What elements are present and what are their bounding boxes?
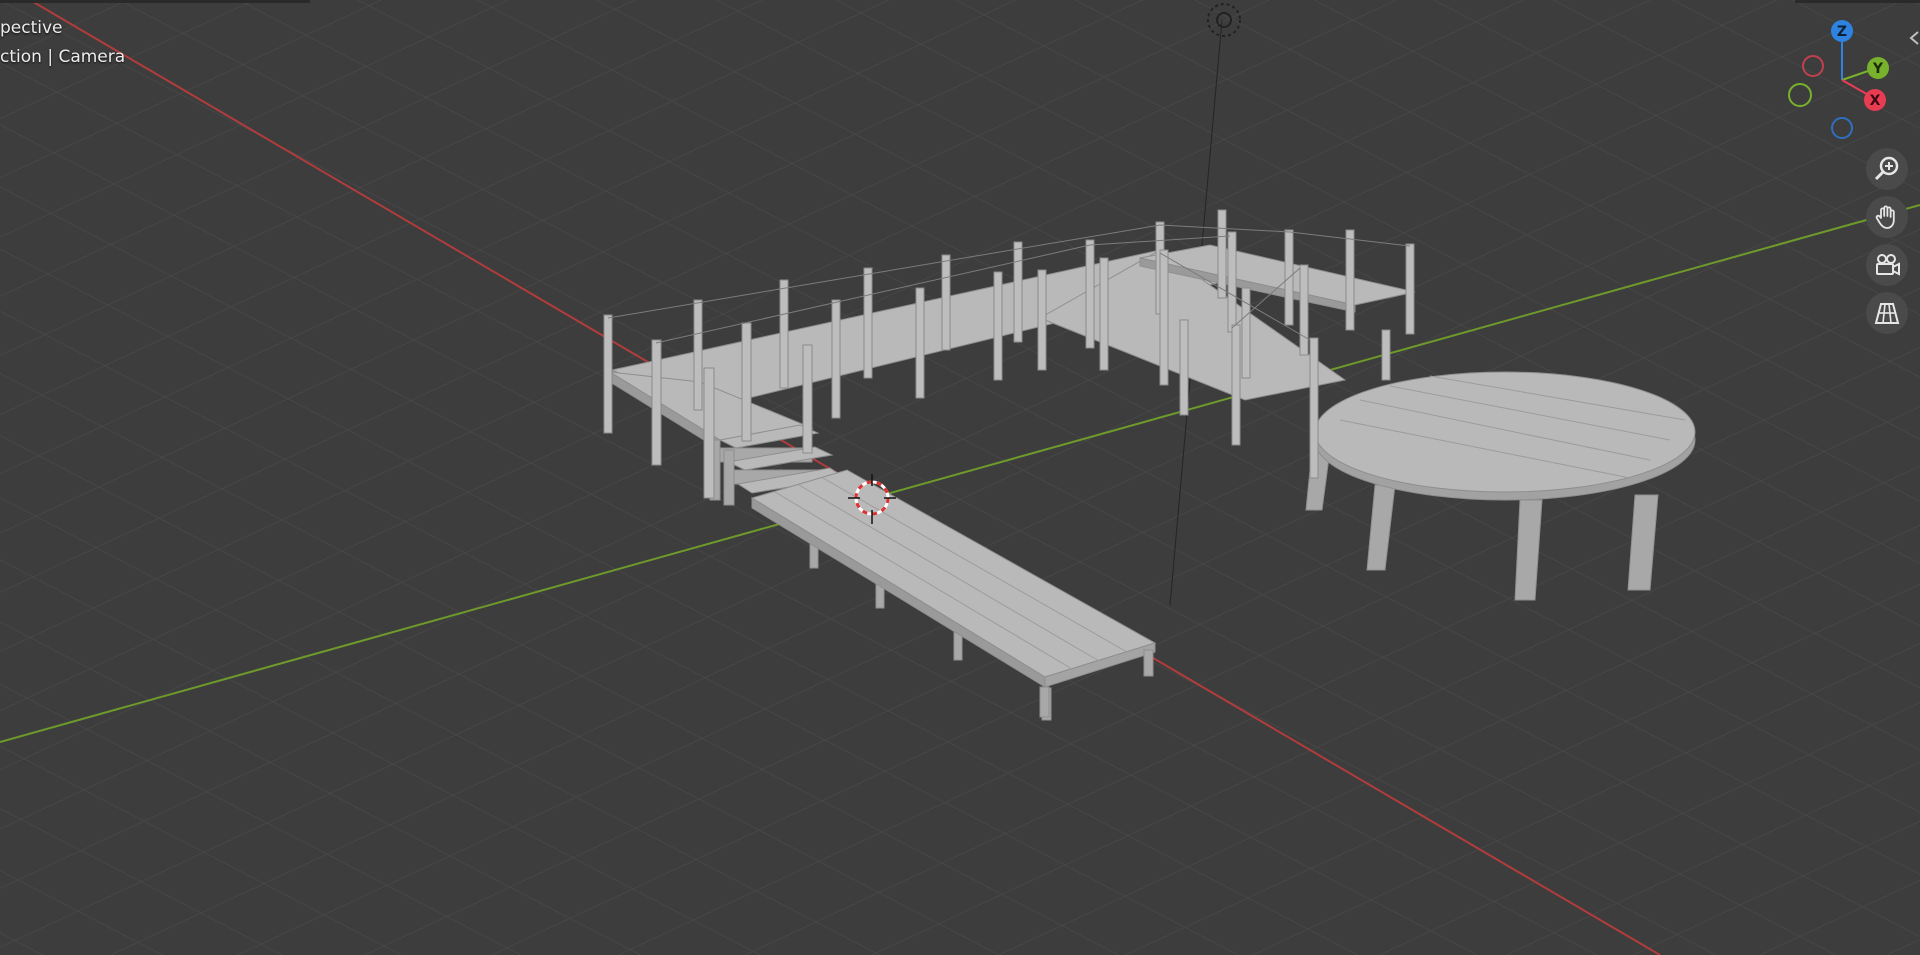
zoom-button[interactable] [1866,148,1908,190]
view-mode-label: pective [0,18,63,38]
gizmo-neg-x[interactable] [1802,55,1824,77]
gizmo-x-label: X [1870,93,1881,109]
projection-toggle-button[interactable] [1866,292,1908,334]
header-edge-left [0,0,310,3]
gizmo-y-label: Y [1872,61,1884,77]
hand-pan-icon [1875,205,1895,229]
3d-viewport[interactable]: pective ction | Camera Z Y X [0,0,1920,955]
camera-view-icon [1876,254,1900,276]
gizmo-neg-y[interactable] [1788,83,1812,107]
camera-view-button[interactable] [1866,244,1908,286]
header-edge-right [1795,0,1920,3]
gizmo-z-label: Z [1837,24,1847,40]
gizmo-neg-z[interactable] [1831,117,1853,139]
perspective-grid-icon [1874,303,1900,324]
pan-button[interactable] [1866,196,1908,238]
scene-canvas[interactable] [0,0,1920,955]
collection-camera-label: ction | Camera [0,47,126,67]
navigation-gizmo[interactable]: Z Y X [1780,18,1900,143]
zoom-icon [1874,156,1899,181]
sidebar-collapse-icon[interactable] [1906,28,1920,48]
